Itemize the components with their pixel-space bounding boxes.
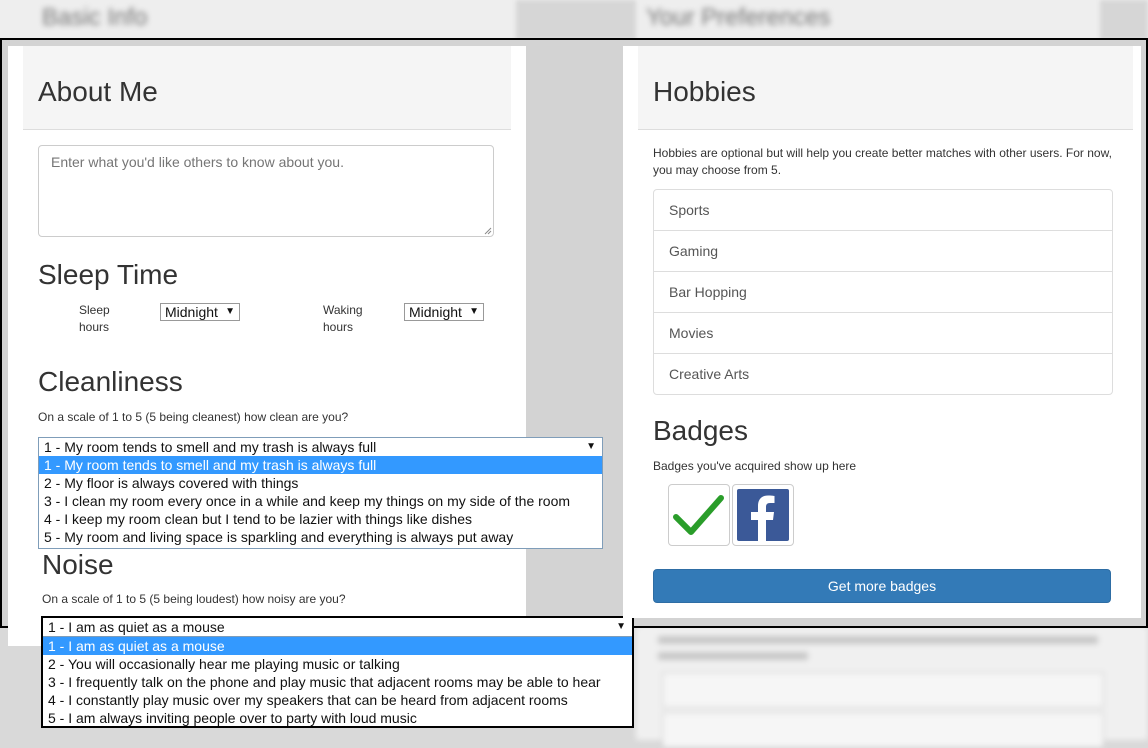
hobbies-panel: Hobbies Hobbies are optional but will he… [623, 46, 1141, 618]
waking-hours-label: Waking hours [323, 303, 363, 334]
cleanliness-option[interactable]: 1 - My room tends to smell and my trash … [39, 456, 602, 474]
chevron-down-icon: ▼ [469, 306, 479, 317]
cleanliness-heading: Cleanliness [38, 366, 183, 397]
background-gap [516, 0, 636, 40]
sleep-time-heading: Sleep Time [38, 259, 179, 290]
hobby-item-bar-hopping[interactable]: Bar Hopping [654, 271, 1112, 312]
hobby-item-gaming[interactable]: Gaming [654, 230, 1112, 271]
noise-option[interactable]: 1 - I am as quiet as a mouse [43, 637, 632, 655]
noise-question: On a scale of 1 to 5 (5 being loudest) h… [42, 592, 346, 606]
waking-hours-select[interactable]: Midnight ▼ [404, 303, 484, 321]
about-me-title: About Me [38, 76, 158, 107]
noise-option[interactable]: 5 - I am always inviting people over to … [43, 709, 632, 727]
background-header-strip: Basic Info Your Preferences [0, 0, 1148, 40]
get-more-badges-button[interactable]: Get more badges [653, 569, 1111, 603]
sleep-hours-label: Sleep hours [79, 303, 110, 334]
cleanliness-option[interactable]: 4 - I keep my room clean but I tend to b… [39, 510, 602, 528]
facebook-icon [737, 489, 789, 541]
noise-option[interactable]: 3 - I frequently talk on the phone and p… [43, 673, 632, 691]
cleanliness-option[interactable]: 5 - My room and living space is sparklin… [39, 528, 602, 546]
chevron-down-icon: ▼ [616, 621, 626, 632]
noise-select[interactable]: 1 - I am as quiet as a mouse ▼ 1 - I am a… [41, 616, 634, 728]
chevron-down-icon: ▼ [586, 441, 596, 452]
hobby-item-movies[interactable]: Movies [654, 312, 1112, 353]
noise-option[interactable]: 4 - I constantly play music over my spea… [43, 691, 632, 709]
background-ghost-title: Basic Info [42, 4, 148, 31]
hobby-item-sports[interactable]: Sports [654, 190, 1112, 230]
about-me-textarea[interactable] [38, 145, 494, 237]
hobby-item-creative-arts[interactable]: Creative Arts [654, 353, 1112, 394]
cleanliness-question: On a scale of 1 to 5 (5 being cleanest) … [38, 410, 349, 424]
checkmark-icon [673, 495, 724, 535]
cleanliness-option[interactable]: 2 - My floor is always covered with thin… [39, 474, 602, 492]
badge-checkmark[interactable] [668, 484, 730, 546]
noise-option[interactable]: 2 - You will occasionally hear me playin… [43, 655, 632, 673]
hobbies-title: Hobbies [653, 76, 756, 107]
cleanliness-select-value[interactable]: 1 - My room tends to smell and my trash … [39, 438, 602, 456]
cleanliness-option[interactable]: 3 - I clean my room every once in a whil… [39, 492, 602, 510]
chevron-down-icon: ▼ [225, 306, 235, 317]
cleanliness-select[interactable]: 1 - My room tends to smell and my trash … [38, 437, 603, 549]
hobbies-description: Hobbies are optional but will help you c… [653, 146, 1112, 177]
about-me-header: About Me [23, 46, 511, 130]
background-gap [1100, 0, 1148, 40]
background-blurred-content [636, 626, 1148, 748]
sleep-hours-select[interactable]: Midnight ▼ [160, 303, 240, 321]
background-ghost-title: Your Preferences [646, 4, 831, 31]
hobbies-header: Hobbies [638, 46, 1133, 130]
badges-description: Badges you've acquired show up here [653, 459, 857, 473]
noise-select-value[interactable]: 1 - I am as quiet as a mouse ▼ [43, 618, 632, 637]
hobbies-list: Sports Gaming Bar Hopping Movies Creativ… [653, 189, 1113, 395]
noise-heading: Noise [42, 549, 114, 580]
resize-grip-icon[interactable] [484, 227, 492, 235]
badges-heading: Badges [653, 415, 748, 446]
badge-facebook[interactable] [732, 484, 794, 546]
